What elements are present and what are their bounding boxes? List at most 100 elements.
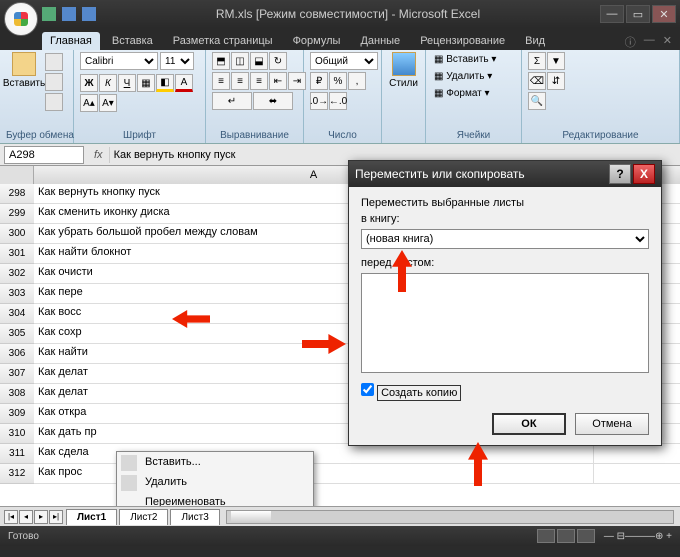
tab-formulas[interactable]: Формулы [285,32,349,50]
tab-nav-last[interactable]: ▸| [49,510,63,524]
row-header[interactable]: 312 [0,464,34,484]
paste-button[interactable]: Вставить [6,52,42,89]
context-menu-item[interactable]: Удалить [117,472,313,492]
close-button[interactable]: ✕ [652,5,676,23]
align-middle-button[interactable]: ◫ [231,52,249,70]
row-header[interactable]: 305 [0,324,34,344]
row-header[interactable]: 302 [0,264,34,284]
format-painter-icon[interactable] [45,93,63,111]
align-bottom-button[interactable]: ⬓ [250,52,268,70]
styles-button[interactable]: Стили [388,52,419,89]
view-page-break-button[interactable] [577,529,595,543]
bold-button[interactable]: Ж [80,74,98,92]
sheet-tab-3[interactable]: Лист3 [170,509,219,525]
select-all-button[interactable] [0,166,34,184]
cells-insert-button[interactable]: ▦ Вставить ▾ [432,52,498,67]
create-copy-checkbox[interactable] [361,383,374,396]
dialog-close-button[interactable]: X [633,164,655,184]
currency-button[interactable]: ₽ [310,72,328,90]
fill-color-button[interactable]: ◧ [156,74,174,92]
dialog-titlebar[interactable]: Переместить или скопировать ? X [349,161,661,187]
redo-icon[interactable] [82,7,96,21]
align-center-button[interactable]: ≡ [231,72,249,90]
shrink-font-button[interactable]: A▾ [99,94,117,112]
row-header[interactable]: 301 [0,244,34,264]
merge-button[interactable]: ⬌ [253,92,293,110]
book-select[interactable]: (новая книга) [361,229,649,249]
tab-nav-next[interactable]: ▸ [34,510,48,524]
doc-close-icon[interactable]: ✕ [663,34,672,50]
number-format-select[interactable]: Общий [310,52,378,70]
fill-button[interactable]: ▼ [547,52,565,70]
context-menu-label: Удалить [145,476,187,488]
minimize-button[interactable]: — [600,5,624,23]
copy-icon[interactable] [45,73,63,91]
row-header[interactable]: 299 [0,204,34,224]
align-right-button[interactable]: ≡ [250,72,268,90]
save-icon[interactable] [42,7,56,21]
tab-data[interactable]: Данные [352,32,408,50]
horizontal-scrollbar[interactable] [226,510,674,524]
tab-insert[interactable]: Вставка [104,32,161,50]
align-top-button[interactable]: ⬒ [212,52,230,70]
tab-nav-prev[interactable]: ◂ [19,510,33,524]
tab-nav-first[interactable]: |◂ [4,510,18,524]
group-alignment-label: Выравнивание [212,128,297,143]
context-menu-item[interactable]: Вставить... [117,452,313,472]
row-header[interactable]: 309 [0,404,34,424]
row-header[interactable]: 308 [0,384,34,404]
office-button[interactable] [4,2,38,36]
autosum-button[interactable]: Σ [528,52,546,70]
orientation-button[interactable]: ↻ [269,52,287,70]
font-color-button[interactable]: A [175,74,193,92]
increase-decimal-button[interactable]: .0→ [310,92,328,110]
cells-delete-button[interactable]: ▦ Удалить ▾ [432,69,494,84]
sheet-tab-1[interactable]: Лист1 [66,509,117,525]
context-menu-item[interactable]: Переименовать [117,492,313,506]
wrap-text-button[interactable]: ↵ [212,92,252,110]
ok-button[interactable]: ОК [492,413,566,435]
ribbon-minimize-icon[interactable]: — [644,34,655,50]
find-button[interactable]: 🔍 [528,92,546,110]
fx-icon[interactable]: fx [88,149,109,161]
row-header[interactable]: 298 [0,184,34,204]
zoom-slider[interactable]: — ⊟———⊕ + [604,531,672,542]
row-header[interactable]: 300 [0,224,34,244]
name-box[interactable]: A298 [4,146,84,164]
view-page-layout-button[interactable] [557,529,575,543]
grow-font-button[interactable]: A▴ [80,94,98,112]
help-icon[interactable]: ⓘ [625,34,636,50]
font-name-select[interactable]: Calibri [80,52,158,70]
sort-filter-button[interactable]: ⇵ [547,72,565,90]
cut-icon[interactable] [45,53,63,71]
indent-dec-button[interactable]: ⇤ [269,72,287,90]
cancel-button[interactable]: Отмена [575,413,649,435]
cells-format-button[interactable]: ▦ Формат ▾ [432,86,492,101]
align-left-button[interactable]: ≡ [212,72,230,90]
row-header[interactable]: 306 [0,344,34,364]
create-copy-label: Создать копию [377,385,461,401]
tab-review[interactable]: Рецензирование [412,32,513,50]
percent-button[interactable]: % [329,72,347,90]
clear-button[interactable]: ⌫ [528,72,546,90]
font-size-select[interactable]: 11 [160,52,194,70]
view-normal-button[interactable] [537,529,555,543]
dialog-help-button[interactable]: ? [609,164,631,184]
tab-home[interactable]: Главная [42,32,100,50]
sheet-tab-2[interactable]: Лист2 [119,509,168,525]
italic-button[interactable]: К [99,74,117,92]
decrease-decimal-button[interactable]: ←.0 [329,92,347,110]
border-button[interactable]: ▦ [137,74,155,92]
undo-icon[interactable] [62,7,76,21]
tab-view[interactable]: Вид [517,32,553,50]
tab-page-layout[interactable]: Разметка страницы [165,32,281,50]
row-header[interactable]: 304 [0,304,34,324]
row-header[interactable]: 307 [0,364,34,384]
row-header[interactable]: 311 [0,444,34,464]
row-header[interactable]: 303 [0,284,34,304]
comma-button[interactable]: , [348,72,366,90]
underline-button[interactable]: Ч [118,74,136,92]
scrollbar-thumb[interactable] [231,511,271,523]
row-header[interactable]: 310 [0,424,34,444]
maximize-button[interactable]: ▭ [626,5,650,23]
